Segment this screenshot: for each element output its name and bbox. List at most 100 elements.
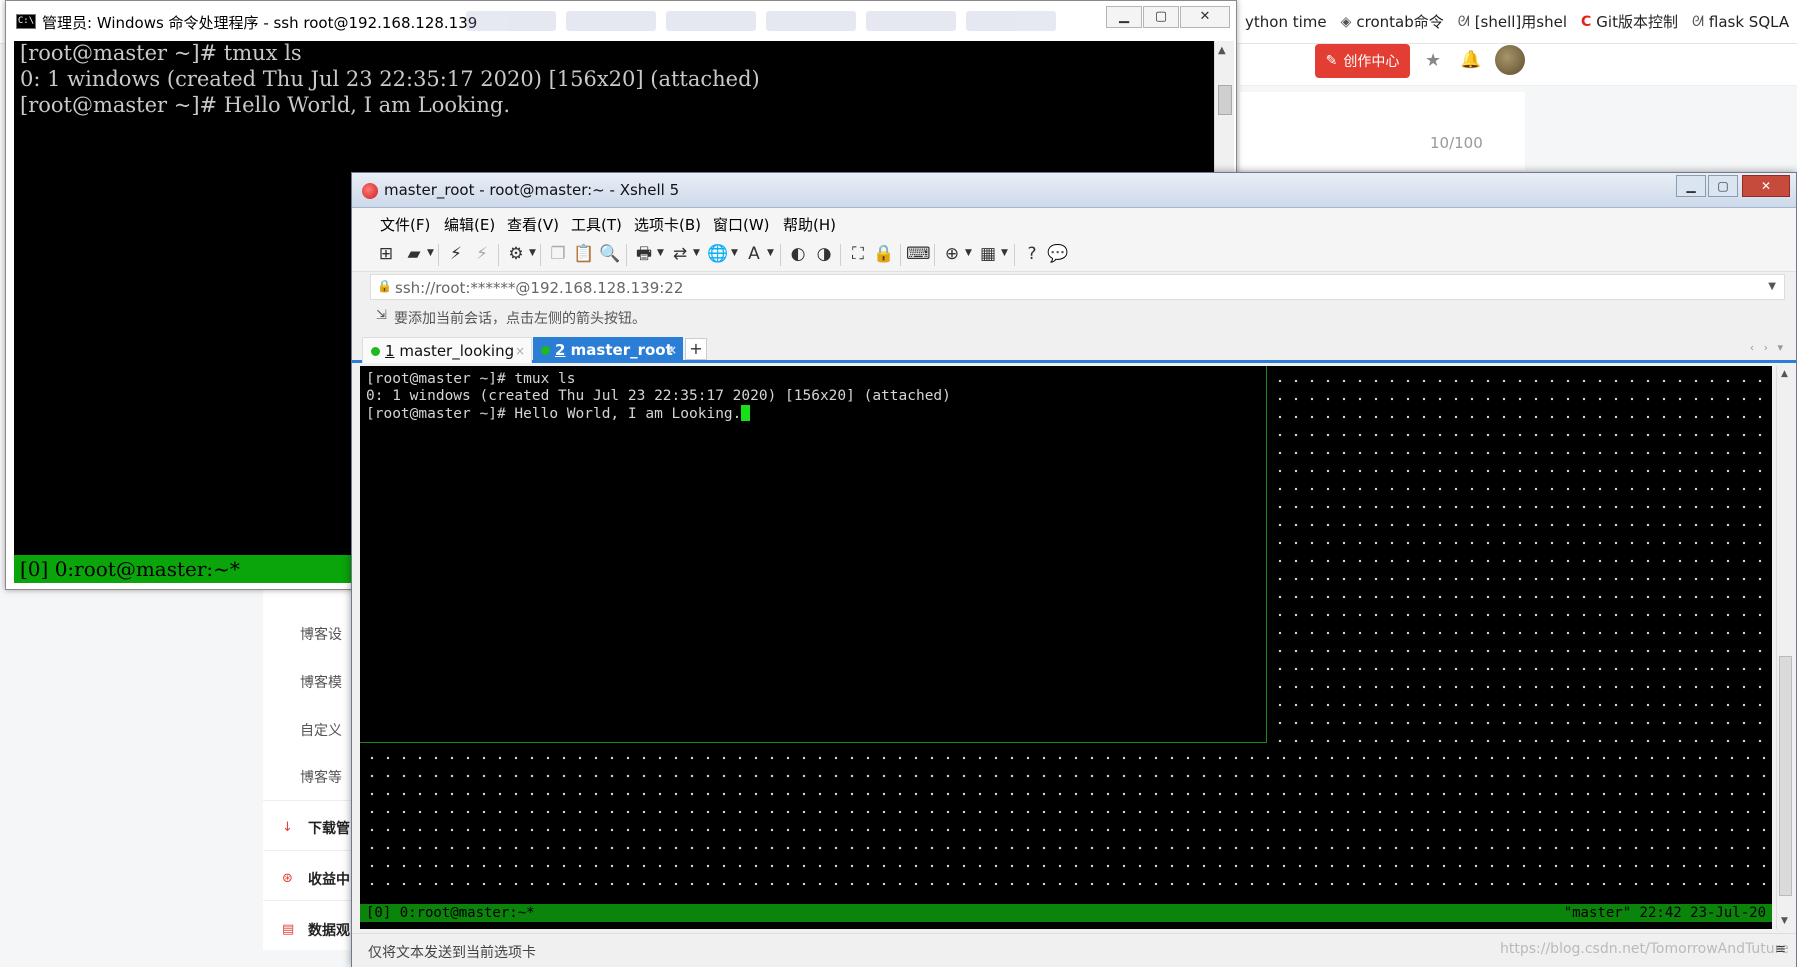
help-icon[interactable]: ? <box>1020 242 1044 266</box>
chevron-down-icon[interactable]: ▼ <box>731 248 738 258</box>
xmanager-icon[interactable]: ◑ <box>812 242 836 266</box>
xftp-icon[interactable]: ◐ <box>786 242 810 266</box>
hint-text: 要添加当前会话，点击左侧的箭头按钮。 <box>394 311 646 327</box>
font-icon[interactable]: A <box>742 242 766 266</box>
menu-window[interactable]: 窗口(W) <box>713 214 770 235</box>
bookmark-item[interactable]: ython time <box>1240 13 1327 31</box>
toolbar: ⊞ ▰ ▼ ⚡ ⚡ ⚙ ▼ ❐ 📋 🔍 🖶 ▼ ⇄ ▼ 🌐 ▼ A ▼ ◐ ◑ … <box>352 236 1796 272</box>
connect-icon[interactable]: ⚡ <box>444 242 468 266</box>
chevron-down-icon[interactable]: ▼ <box>965 248 972 258</box>
menu-view[interactable]: 查看(V) <box>507 214 559 235</box>
maximize-button[interactable]: ▢ <box>1143 6 1179 28</box>
minimize-button[interactable]: ▁ <box>1676 175 1706 197</box>
close-icon[interactable]: × <box>667 337 677 363</box>
sidebar-item-download[interactable]: 下载管 <box>308 818 350 838</box>
sidebar-item[interactable]: 博客等 <box>300 767 342 787</box>
chevron-down-icon[interactable]: ▼ <box>1768 281 1776 292</box>
keyboard-icon[interactable]: ⌨ <box>906 242 931 266</box>
divider <box>263 800 355 801</box>
new-session-icon[interactable]: ⊞ <box>374 242 398 266</box>
menu-tools[interactable]: 工具(T) <box>571 214 622 235</box>
menu-help[interactable]: 帮助(H) <box>783 214 836 235</box>
scroll-up-icon[interactable]: ▲ <box>1218 45 1226 56</box>
close-button[interactable]: ✕ <box>1180 6 1230 28</box>
star-icon[interactable]: ★ <box>1425 50 1441 71</box>
terminal[interactable]: [root@master ~]# tmux ls 0: 1 windows (c… <box>360 366 1772 929</box>
divider <box>780 244 781 266</box>
chat-icon[interactable]: 💬 <box>1046 242 1070 266</box>
console-line: 0: 1 windows (created Thu Jul 23 22:35:1… <box>20 67 760 91</box>
cursor <box>741 405 751 421</box>
word-count: 10/100 <box>1430 134 1483 152</box>
chevron-down-icon[interactable]: ▼ <box>1001 248 1008 258</box>
scroll-thumb[interactable] <box>1218 85 1232 115</box>
maximize-button[interactable]: ▢ <box>1708 175 1738 197</box>
sidebar-item[interactable]: 博客模 <box>300 672 342 692</box>
sidebar-item[interactable]: 自定义 <box>300 720 342 740</box>
scrollbar[interactable]: ▲ ▼ <box>1776 366 1794 929</box>
properties-icon[interactable]: ⚙ <box>504 242 528 266</box>
chevron-down-icon[interactable]: ▼ <box>427 248 434 258</box>
bell-icon[interactable]: 🔔 <box>1460 50 1481 70</box>
disconnect-icon[interactable]: ⚡ <box>470 242 494 266</box>
chevron-down-icon[interactable]: ▼ <box>767 248 774 258</box>
xshell-titlebar[interactable]: master_root - root@master:~ - Xshell 5 ▁… <box>352 173 1796 208</box>
find-icon[interactable]: 🔍 <box>598 242 622 266</box>
scroll-down-icon[interactable]: ▼ <box>1781 916 1788 926</box>
avatar[interactable] <box>1495 45 1525 75</box>
sidebar-item-revenue[interactable]: 收益中 <box>308 869 350 889</box>
editor-card <box>1240 92 1525 170</box>
arrow-icon[interactable]: ⇲ <box>376 308 387 323</box>
layout-icon[interactable]: ▦ <box>976 242 1000 266</box>
bookmark-item[interactable]: C Git版本控制 <box>1581 11 1678 32</box>
paste-icon[interactable]: 📋 <box>572 242 596 266</box>
console-line: [root@master ~]# tmux ls <box>20 41 302 65</box>
print-icon[interactable]: 🖶 <box>632 242 656 266</box>
open-folder-icon[interactable]: ▰ <box>402 242 426 266</box>
sidebar-item[interactable]: 博客设 <box>300 624 342 644</box>
add-icon[interactable]: ⊕ <box>940 242 964 266</box>
chart-icon: ▤ <box>282 922 295 937</box>
menu-file[interactable]: 文件(F) <box>380 214 430 235</box>
chevron-down-icon[interactable]: ▼ <box>529 248 536 258</box>
compose-bar-text[interactable]: 仅将文本发送到当前选项卡 <box>368 942 536 962</box>
add-tab-button[interactable]: + <box>685 338 707 360</box>
pen-icon: ✎ <box>1325 53 1338 69</box>
tab-master-looking[interactable]: 1 master_looking × <box>362 337 532 363</box>
scroll-thumb[interactable] <box>1779 656 1792 896</box>
tab-nav-icons[interactable]: ‹ › ▾ <box>1750 341 1786 354</box>
xshell-logo-icon <box>362 183 378 199</box>
bookmark-item[interactable]: ᘛ flask SQLA <box>1692 13 1789 31</box>
globe-icon[interactable]: 🌐 <box>706 242 730 266</box>
close-button[interactable]: ✕ <box>1742 175 1790 197</box>
fullscreen-icon[interactable]: ⛶ <box>846 242 870 266</box>
cmd-titlebar[interactable]: C:\ 管理员: Windows 命令处理程序 - ssh root@192.1… <box>6 1 1236 41</box>
create-center-button[interactable]: ✎ 创作中心 <box>1315 44 1410 78</box>
transfer-icon[interactable]: ⇄ <box>668 242 692 266</box>
tmux-empty-area <box>360 743 1772 895</box>
chevron-down-icon[interactable]: ▼ <box>693 248 700 258</box>
minimize-button[interactable]: ▁ <box>1106 6 1142 28</box>
tmux-status-left: [0] 0:root@master:~* <box>366 905 535 921</box>
chevron-down-icon[interactable]: ▼ <box>657 248 664 258</box>
bookmark-item[interactable]: ◈ crontab命令 <box>1341 11 1444 32</box>
sidebar-item-data[interactable]: 数据观 <box>308 920 350 940</box>
tab-master-root[interactable]: 2 master_root × <box>533 337 683 363</box>
terminal-line: [root@master ~]# tmux ls <box>366 371 576 387</box>
session-hint-bar: ⇲ 要添加当前会话，点击左侧的箭头按钮。 <box>370 304 1785 330</box>
scroll-up-icon[interactable]: ▲ <box>1781 369 1788 379</box>
pane-border <box>1266 366 1267 743</box>
menu-tabs[interactable]: 选项卡(B) <box>634 214 701 235</box>
connected-dot-icon <box>371 347 380 356</box>
diamond-icon: ◈ <box>1340 13 1352 30</box>
bookmark-item[interactable]: ᘛ [shell]用shel <box>1458 11 1567 32</box>
copy-icon[interactable]: ❐ <box>546 242 570 266</box>
xshell-title: master_root - root@master:~ - Xshell 5 <box>384 181 680 199</box>
address-bar[interactable]: 🔒 ssh://root:******@192.168.128.139:22 ▼ <box>370 274 1785 300</box>
bird-icon: ᘛ <box>1457 13 1470 30</box>
watermark: https://blog.csdn.net/TomorrowAndTuture <box>1500 941 1789 957</box>
menu-edit[interactable]: 编辑(E) <box>444 214 495 235</box>
tmux-status-bar: [0] 0:root@master:~* "master" 22:42 23-J… <box>360 904 1772 922</box>
close-icon[interactable]: × <box>515 338 525 364</box>
lock-icon[interactable]: 🔒 <box>872 242 896 266</box>
